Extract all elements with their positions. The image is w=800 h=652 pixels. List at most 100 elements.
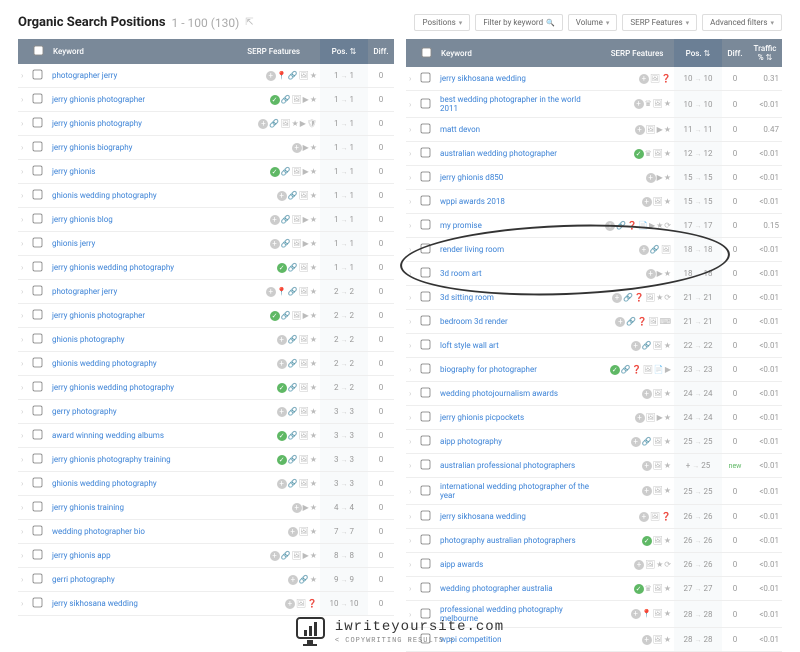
row-checkbox[interactable] xyxy=(33,310,43,320)
filter-volume[interactable]: Volume▾ xyxy=(568,14,618,31)
expand-icon[interactable]: › xyxy=(406,529,416,553)
expand-icon[interactable]: › xyxy=(406,505,416,529)
keyword-link[interactable]: jerry ghionis photographer xyxy=(49,88,227,112)
keyword-link[interactable]: aipp awards xyxy=(437,553,600,577)
keyword-link[interactable]: biography for photographer xyxy=(437,358,600,382)
keyword-link[interactable]: jerry ghionis photography xyxy=(49,112,227,136)
keyword-link[interactable]: ghionis wedding photography xyxy=(49,472,227,496)
keyword-link[interactable]: wedding photographer australia xyxy=(437,577,600,601)
keyword-link[interactable]: australian professional photographers xyxy=(437,454,600,478)
expand-icon[interactable]: › xyxy=(18,280,28,304)
filter-positions[interactable]: Positions▾ xyxy=(414,14,470,31)
expand-icon[interactable]: › xyxy=(406,310,416,334)
filter-advanced[interactable]: Advanced filters▾ xyxy=(702,14,782,31)
expand-icon[interactable]: › xyxy=(406,67,416,91)
row-checkbox[interactable] xyxy=(33,214,43,224)
expand-icon[interactable]: › xyxy=(406,238,416,262)
expand-icon[interactable]: › xyxy=(406,286,416,310)
expand-icon[interactable]: › xyxy=(18,592,28,616)
th-keyword[interactable]: Keyword xyxy=(49,39,227,64)
th-pos[interactable]: Pos. ⇅ xyxy=(674,39,722,67)
th-diff[interactable]: Diff. xyxy=(722,39,748,67)
expand-icon[interactable]: › xyxy=(406,214,416,238)
row-checkbox[interactable] xyxy=(421,412,431,422)
expand-icon[interactable]: › xyxy=(18,352,28,376)
keyword-link[interactable]: jerry ghionis picpockets xyxy=(437,406,600,430)
keyword-link[interactable]: jerry sikhosana wedding xyxy=(49,592,227,616)
select-all-checkbox[interactable] xyxy=(34,46,44,56)
keyword-link[interactable]: ghionis jerry xyxy=(49,232,227,256)
row-checkbox[interactable] xyxy=(33,598,43,608)
row-checkbox[interactable] xyxy=(33,118,43,128)
expand-icon[interactable]: › xyxy=(18,424,28,448)
expand-icon[interactable]: › xyxy=(406,478,416,505)
expand-icon[interactable]: › xyxy=(406,358,416,382)
th-pos[interactable]: Pos. ⇅ xyxy=(320,39,368,64)
keyword-link[interactable]: international wedding photographer of th… xyxy=(437,478,600,505)
keyword-link[interactable]: best wedding photographer in the world 2… xyxy=(437,91,600,118)
row-checkbox[interactable] xyxy=(421,511,431,521)
row-checkbox[interactable] xyxy=(421,583,431,593)
expand-icon[interactable]: › xyxy=(18,184,28,208)
expand-icon[interactable]: › xyxy=(18,160,28,184)
row-checkbox[interactable] xyxy=(421,485,431,495)
row-checkbox[interactable] xyxy=(33,190,43,200)
row-checkbox[interactable] xyxy=(33,454,43,464)
keyword-link[interactable]: ghionis wedding photography xyxy=(49,352,227,376)
keyword-link[interactable]: gerry photography xyxy=(49,400,227,424)
keyword-link[interactable]: wedding photographer bio xyxy=(49,520,227,544)
row-checkbox[interactable] xyxy=(33,406,43,416)
row-checkbox[interactable] xyxy=(421,244,431,254)
keyword-link[interactable]: jerry sikhosana wedding xyxy=(437,67,600,91)
row-checkbox[interactable] xyxy=(33,430,43,440)
th-keyword[interactable]: Keyword xyxy=(437,39,600,67)
expand-icon[interactable]: › xyxy=(18,448,28,472)
expand-icon[interactable]: › xyxy=(18,136,28,160)
keyword-link[interactable]: 3d room art xyxy=(437,262,600,286)
th-serp[interactable]: SERP Features xyxy=(600,39,674,67)
keyword-link[interactable]: jerry ghionis biography xyxy=(49,136,227,160)
row-checkbox[interactable] xyxy=(421,340,431,350)
expand-icon[interactable]: › xyxy=(406,166,416,190)
row-checkbox[interactable] xyxy=(421,220,431,230)
row-checkbox[interactable] xyxy=(421,460,431,470)
keyword-link[interactable]: wedding photojournalism awards xyxy=(437,382,600,406)
th-traffic[interactable]: Traffic % ⇅ xyxy=(748,39,782,67)
expand-icon[interactable]: › xyxy=(18,400,28,424)
keyword-link[interactable]: photography australian photographers xyxy=(437,529,600,553)
keyword-link[interactable]: photographer jerry xyxy=(49,64,227,88)
expand-icon[interactable]: › xyxy=(18,112,28,136)
row-checkbox[interactable] xyxy=(421,559,431,569)
row-checkbox[interactable] xyxy=(33,262,43,272)
expand-icon[interactable]: › xyxy=(18,232,28,256)
expand-icon[interactable]: › xyxy=(406,118,416,142)
row-checkbox[interactable] xyxy=(421,98,431,108)
keyword-link[interactable]: ghionis wedding photography xyxy=(49,184,227,208)
expand-icon[interactable]: › xyxy=(18,256,28,280)
row-checkbox[interactable] xyxy=(33,142,43,152)
expand-icon[interactable]: › xyxy=(406,406,416,430)
keyword-link[interactable]: jerry ghionis training xyxy=(49,496,227,520)
row-checkbox[interactable] xyxy=(421,316,431,326)
row-checkbox[interactable] xyxy=(421,148,431,158)
keyword-link[interactable]: jerry ghionis d850 xyxy=(437,166,600,190)
expand-icon[interactable]: › xyxy=(406,190,416,214)
expand-icon[interactable]: › xyxy=(18,304,28,328)
row-checkbox[interactable] xyxy=(33,382,43,392)
row-checkbox[interactable] xyxy=(33,94,43,104)
expand-icon[interactable]: › xyxy=(406,142,416,166)
keyword-link[interactable]: australian wedding photographer xyxy=(437,142,600,166)
select-all-checkbox[interactable] xyxy=(422,47,432,57)
row-checkbox[interactable] xyxy=(33,550,43,560)
keyword-link[interactable]: jerry ghionis photographer xyxy=(49,304,227,328)
row-checkbox[interactable] xyxy=(421,172,431,182)
keyword-link[interactable]: aipp photography xyxy=(437,430,600,454)
th-serp[interactable]: SERP Features xyxy=(227,39,320,64)
keyword-link[interactable]: jerry ghionis photography training xyxy=(49,448,227,472)
expand-icon[interactable]: › xyxy=(406,91,416,118)
row-checkbox[interactable] xyxy=(33,166,43,176)
row-checkbox[interactable] xyxy=(33,286,43,296)
keyword-link[interactable]: jerry ghionis app xyxy=(49,544,227,568)
expand-icon[interactable]: › xyxy=(406,577,416,601)
expand-icon[interactable]: › xyxy=(18,520,28,544)
